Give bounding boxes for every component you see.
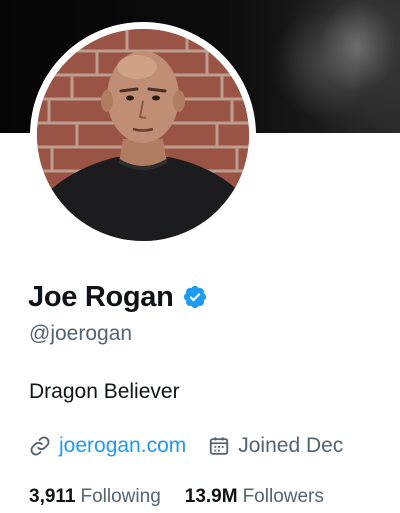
following-link[interactable]: 3,911 Following: [29, 486, 161, 508]
name-row: Joe Rogan: [28, 277, 208, 317]
avatar-photo: [37, 29, 249, 241]
profile-bio: Dragon Believer: [29, 380, 180, 403]
website-link[interactable]: joerogan.com: [59, 434, 186, 458]
calendar-icon: [208, 435, 230, 457]
display-name: Joe Rogan: [28, 280, 174, 313]
user-handle: @joerogan: [29, 322, 133, 345]
verified-badge-icon[interactable]: [182, 284, 208, 310]
following-count: 3,911: [29, 486, 76, 507]
follow-stats: 3,911 Following 13.9M Followers: [29, 484, 324, 510]
joined-date: Joined Dec: [208, 434, 343, 458]
followers-label: Followers: [242, 486, 324, 507]
followers-count: 13.9M: [184, 486, 238, 507]
profile-meta-row: joerogan.com Joined Dec: [29, 432, 343, 460]
followers-link[interactable]: 13.9M Followers: [185, 486, 324, 508]
banner-smoke-secondary: [270, 10, 360, 120]
avatar[interactable]: [37, 29, 249, 241]
following-label: Following: [80, 486, 161, 507]
link-icon: [29, 435, 51, 457]
joined-date-label: Joined Dec: [238, 434, 344, 457]
